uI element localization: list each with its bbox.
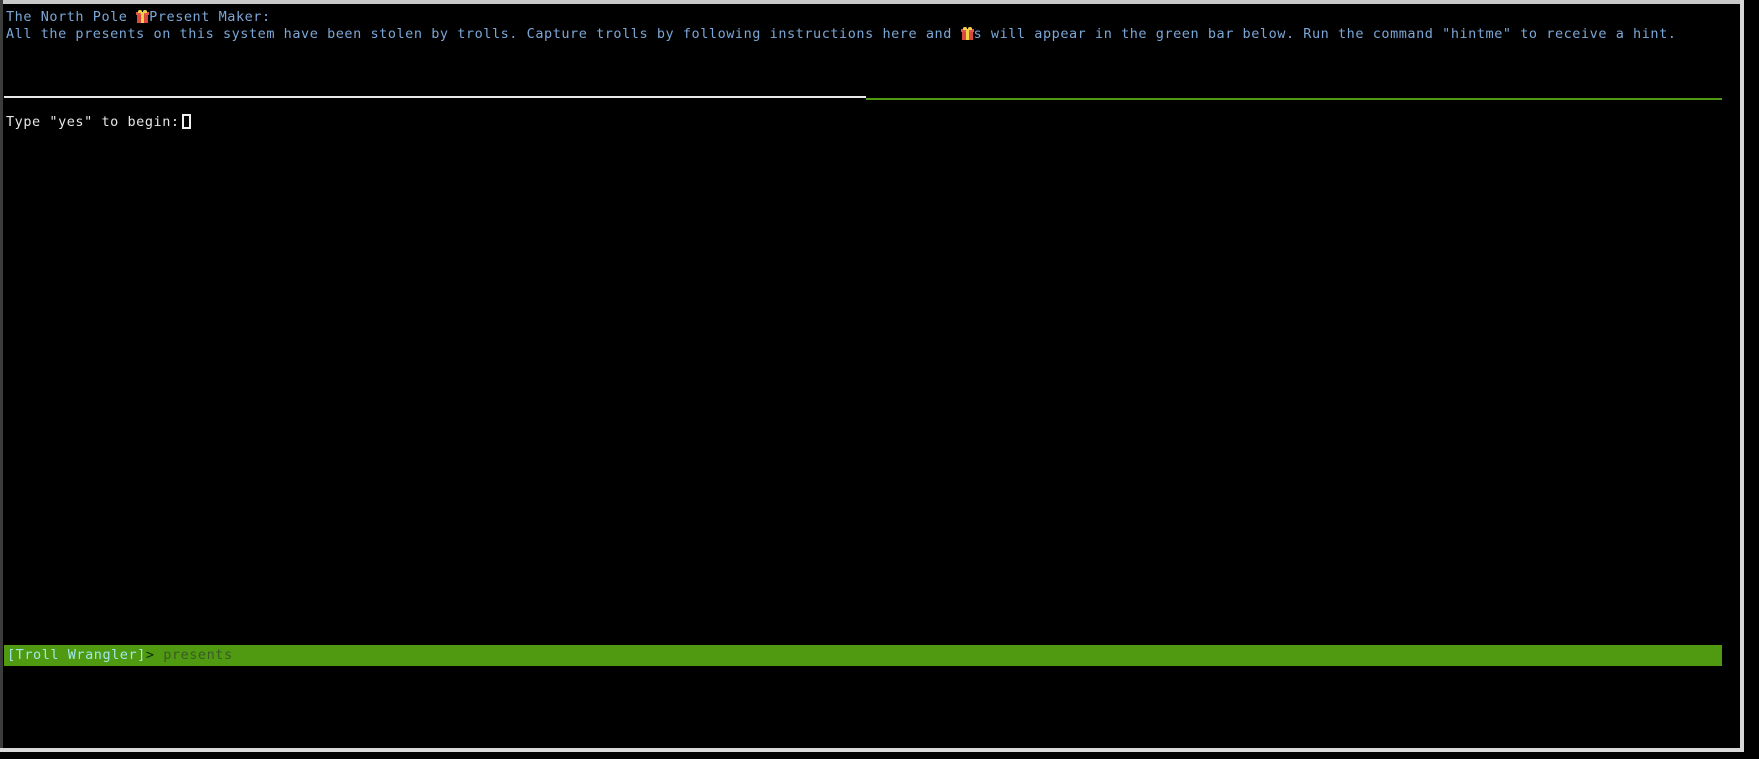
- gift-icon: [960, 27, 974, 40]
- prompt-line[interactable]: Type "yes" to begin:: [6, 114, 191, 131]
- separator-rule-left: [4, 96, 866, 98]
- banner-instructions-pre: All the presents on this system have bee…: [6, 26, 961, 42]
- gift-icon: [136, 10, 150, 23]
- banner-title-post: Present Maker:: [149, 9, 271, 25]
- banner-line-instructions: All the presents on this system have bee…: [6, 26, 1736, 43]
- window-outer-right: [1744, 0, 1759, 759]
- terminal-window: The North Pole Present Maker: All the pr…: [0, 0, 1759, 759]
- window-outer-bottom: [0, 752, 1759, 759]
- banner: The North Pole Present Maker: All the pr…: [6, 9, 1736, 43]
- window-border-left: [0, 0, 3, 759]
- prompt-label: Type "yes" to begin:: [6, 114, 180, 130]
- text-cursor: [181, 114, 191, 129]
- banner-title-pre: The North Pole: [6, 9, 137, 25]
- banner-line-title: The North Pole Present Maker:: [6, 9, 1736, 26]
- banner-instructions-post: s will appear in the green bar below. Ru…: [973, 26, 1677, 42]
- status-bar: [Troll Wrangler]> presents: [4, 645, 1722, 666]
- terminal-screen[interactable]: The North Pole Present Maker: All the pr…: [4, 7, 1740, 748]
- status-arrow: >: [145, 647, 155, 663]
- separator-rule-right: [866, 98, 1722, 100]
- status-agent-label: [Troll Wrangler]: [7, 647, 146, 663]
- status-command: presents: [163, 647, 233, 663]
- status-bar-text: [Troll Wrangler]> presents: [4, 645, 233, 666]
